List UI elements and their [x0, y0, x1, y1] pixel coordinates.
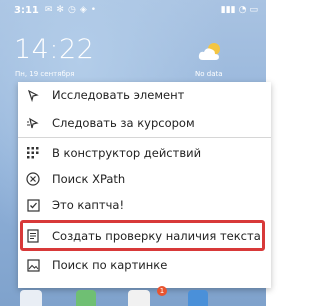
menu-item-image-search[interactable]: Поиск по картинке — [18, 252, 271, 278]
menu-divider — [18, 137, 271, 138]
wifi-icon: ◔ — [238, 5, 247, 15]
dock-app-icon[interactable] — [188, 290, 208, 306]
dock-app-icon[interactable] — [76, 290, 96, 306]
alarm-icon: ◷ — [67, 5, 76, 15]
menu-item-action-builder[interactable]: В конструктор действий — [18, 140, 271, 166]
captcha-icon — [26, 198, 40, 212]
dock-app-icon[interactable] — [20, 290, 42, 306]
image-icon — [26, 258, 40, 272]
battery-icon: ▭ — [249, 5, 258, 15]
context-menu: Исследовать элемент Следовать за курсоро… — [18, 82, 271, 288]
menu-item-label: Это каптча! — [52, 198, 125, 212]
status-bar: 3:11 ✉ ✻ ◷ ◈ • ▮▮▮ ◔ ▭ — [14, 2, 258, 18]
notification-badge: 1 — [157, 286, 167, 296]
menu-item-inspect[interactable]: Исследовать элемент — [18, 82, 271, 108]
cursor-icon — [26, 88, 40, 102]
menu-item-label: В конструктор действий — [52, 146, 202, 160]
signal-icon: ▮▮▮ — [220, 5, 236, 15]
dock-app-icon[interactable] — [128, 290, 150, 306]
status-time: 3:11 — [14, 4, 39, 16]
menu-item-label: Исследовать элемент — [52, 88, 185, 102]
notification-icon: ✉ — [44, 5, 53, 15]
weather-status: No data — [195, 70, 223, 78]
menu-item-label: Следовать за курсором — [52, 116, 195, 130]
menu-item-label: Поиск XPath — [52, 172, 126, 186]
follow-cursor-icon — [26, 116, 40, 130]
highlight-box — [20, 220, 265, 251]
menu-item-follow-cursor[interactable]: Следовать за курсором — [18, 110, 271, 136]
lockscreen-clock: 14:22 — [14, 34, 95, 65]
menu-item-label: Поиск по картинке — [52, 258, 168, 272]
more-icon: • — [90, 5, 97, 15]
vpn-icon: ◈ — [79, 5, 87, 15]
weather-cloud-icon — [198, 43, 220, 60]
grid-icon — [26, 146, 40, 160]
settings-icon: ✻ — [56, 5, 64, 15]
menu-item-xpath-search[interactable]: Поиск XPath — [18, 166, 271, 192]
x-circle-icon — [26, 172, 40, 186]
lockscreen-date: Пн, 19 сентября — [15, 70, 75, 78]
home-dock: 1 — [0, 286, 266, 306]
menu-item-captcha[interactable]: Это каптча! — [18, 192, 271, 218]
